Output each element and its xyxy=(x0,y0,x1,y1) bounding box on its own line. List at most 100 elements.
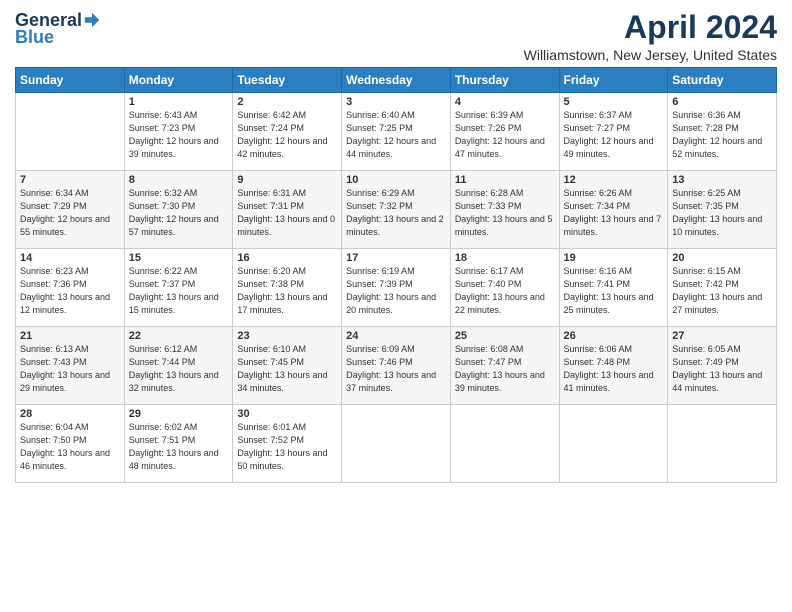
day-info: Sunrise: 6:23 AMSunset: 7:36 PMDaylight:… xyxy=(20,265,120,317)
calendar-cell: 6Sunrise: 6:36 AMSunset: 7:28 PMDaylight… xyxy=(668,93,777,171)
logo-icon xyxy=(83,11,101,29)
calendar-week-row: 14Sunrise: 6:23 AMSunset: 7:36 PMDayligh… xyxy=(16,249,777,327)
calendar-week-row: 21Sunrise: 6:13 AMSunset: 7:43 PMDayligh… xyxy=(16,327,777,405)
day-info: Sunrise: 6:39 AMSunset: 7:26 PMDaylight:… xyxy=(455,109,555,161)
calendar-cell: 4Sunrise: 6:39 AMSunset: 7:26 PMDaylight… xyxy=(450,93,559,171)
calendar-week-row: 28Sunrise: 6:04 AMSunset: 7:50 PMDayligh… xyxy=(16,405,777,483)
calendar-cell: 23Sunrise: 6:10 AMSunset: 7:45 PMDayligh… xyxy=(233,327,342,405)
day-info: Sunrise: 6:22 AMSunset: 7:37 PMDaylight:… xyxy=(129,265,229,317)
day-header-saturday: Saturday xyxy=(668,68,777,93)
day-info: Sunrise: 6:10 AMSunset: 7:45 PMDaylight:… xyxy=(237,343,337,395)
calendar-cell: 24Sunrise: 6:09 AMSunset: 7:46 PMDayligh… xyxy=(342,327,451,405)
calendar-cell: 5Sunrise: 6:37 AMSunset: 7:27 PMDaylight… xyxy=(559,93,668,171)
month-title: April 2024 xyxy=(524,10,777,45)
day-number: 2 xyxy=(237,96,337,108)
main-container: General Blue April 2024 Williamstown, Ne… xyxy=(0,0,792,493)
day-info: Sunrise: 6:20 AMSunset: 7:38 PMDaylight:… xyxy=(237,265,337,317)
calendar-week-row: 1Sunrise: 6:43 AMSunset: 7:23 PMDaylight… xyxy=(16,93,777,171)
day-info: Sunrise: 6:36 AMSunset: 7:28 PMDaylight:… xyxy=(672,109,772,161)
day-header-wednesday: Wednesday xyxy=(342,68,451,93)
location-title: Williamstown, New Jersey, United States xyxy=(524,47,777,63)
calendar-cell: 25Sunrise: 6:08 AMSunset: 7:47 PMDayligh… xyxy=(450,327,559,405)
day-number: 21 xyxy=(20,330,120,342)
day-header-sunday: Sunday xyxy=(16,68,125,93)
day-header-tuesday: Tuesday xyxy=(233,68,342,93)
day-info: Sunrise: 6:17 AMSunset: 7:40 PMDaylight:… xyxy=(455,265,555,317)
day-number: 1 xyxy=(129,96,229,108)
day-number: 7 xyxy=(20,174,120,186)
day-info: Sunrise: 6:06 AMSunset: 7:48 PMDaylight:… xyxy=(564,343,664,395)
calendar-cell: 20Sunrise: 6:15 AMSunset: 7:42 PMDayligh… xyxy=(668,249,777,327)
calendar-cell xyxy=(668,405,777,483)
day-info: Sunrise: 6:13 AMSunset: 7:43 PMDaylight:… xyxy=(20,343,120,395)
calendar-week-row: 7Sunrise: 6:34 AMSunset: 7:29 PMDaylight… xyxy=(16,171,777,249)
day-info: Sunrise: 6:12 AMSunset: 7:44 PMDaylight:… xyxy=(129,343,229,395)
day-number: 5 xyxy=(564,96,664,108)
calendar-cell xyxy=(450,405,559,483)
day-number: 24 xyxy=(346,330,446,342)
day-info: Sunrise: 6:26 AMSunset: 7:34 PMDaylight:… xyxy=(564,187,664,239)
day-info: Sunrise: 6:37 AMSunset: 7:27 PMDaylight:… xyxy=(564,109,664,161)
calendar-cell: 30Sunrise: 6:01 AMSunset: 7:52 PMDayligh… xyxy=(233,405,342,483)
day-number: 18 xyxy=(455,252,555,264)
day-number: 6 xyxy=(672,96,772,108)
calendar-cell: 14Sunrise: 6:23 AMSunset: 7:36 PMDayligh… xyxy=(16,249,125,327)
day-number: 4 xyxy=(455,96,555,108)
calendar-cell: 10Sunrise: 6:29 AMSunset: 7:32 PMDayligh… xyxy=(342,171,451,249)
day-number: 26 xyxy=(564,330,664,342)
calendar-cell: 18Sunrise: 6:17 AMSunset: 7:40 PMDayligh… xyxy=(450,249,559,327)
calendar-cell: 17Sunrise: 6:19 AMSunset: 7:39 PMDayligh… xyxy=(342,249,451,327)
day-number: 23 xyxy=(237,330,337,342)
day-info: Sunrise: 6:04 AMSunset: 7:50 PMDaylight:… xyxy=(20,421,120,473)
calendar-cell: 9Sunrise: 6:31 AMSunset: 7:31 PMDaylight… xyxy=(233,171,342,249)
calendar-cell: 8Sunrise: 6:32 AMSunset: 7:30 PMDaylight… xyxy=(124,171,233,249)
calendar-cell: 22Sunrise: 6:12 AMSunset: 7:44 PMDayligh… xyxy=(124,327,233,405)
day-number: 29 xyxy=(129,408,229,420)
day-number: 14 xyxy=(20,252,120,264)
calendar-cell: 27Sunrise: 6:05 AMSunset: 7:49 PMDayligh… xyxy=(668,327,777,405)
day-number: 20 xyxy=(672,252,772,264)
calendar-cell: 19Sunrise: 6:16 AMSunset: 7:41 PMDayligh… xyxy=(559,249,668,327)
day-info: Sunrise: 6:15 AMSunset: 7:42 PMDaylight:… xyxy=(672,265,772,317)
calendar-table: SundayMondayTuesdayWednesdayThursdayFrid… xyxy=(15,67,777,483)
day-number: 9 xyxy=(237,174,337,186)
day-info: Sunrise: 6:25 AMSunset: 7:35 PMDaylight:… xyxy=(672,187,772,239)
day-header-friday: Friday xyxy=(559,68,668,93)
day-number: 30 xyxy=(237,408,337,420)
day-info: Sunrise: 6:08 AMSunset: 7:47 PMDaylight:… xyxy=(455,343,555,395)
day-info: Sunrise: 6:16 AMSunset: 7:41 PMDaylight:… xyxy=(564,265,664,317)
day-header-thursday: Thursday xyxy=(450,68,559,93)
header: General Blue April 2024 Williamstown, Ne… xyxy=(15,10,777,63)
day-number: 27 xyxy=(672,330,772,342)
calendar-cell: 21Sunrise: 6:13 AMSunset: 7:43 PMDayligh… xyxy=(16,327,125,405)
day-number: 12 xyxy=(564,174,664,186)
day-number: 28 xyxy=(20,408,120,420)
day-info: Sunrise: 6:34 AMSunset: 7:29 PMDaylight:… xyxy=(20,187,120,239)
calendar-cell: 1Sunrise: 6:43 AMSunset: 7:23 PMDaylight… xyxy=(124,93,233,171)
day-number: 17 xyxy=(346,252,446,264)
logo-blue-text: Blue xyxy=(15,27,54,48)
calendar-cell: 13Sunrise: 6:25 AMSunset: 7:35 PMDayligh… xyxy=(668,171,777,249)
calendar-cell: 16Sunrise: 6:20 AMSunset: 7:38 PMDayligh… xyxy=(233,249,342,327)
title-area: April 2024 Williamstown, New Jersey, Uni… xyxy=(524,10,777,63)
day-number: 25 xyxy=(455,330,555,342)
day-info: Sunrise: 6:42 AMSunset: 7:24 PMDaylight:… xyxy=(237,109,337,161)
calendar-cell xyxy=(559,405,668,483)
calendar-cell: 15Sunrise: 6:22 AMSunset: 7:37 PMDayligh… xyxy=(124,249,233,327)
day-number: 13 xyxy=(672,174,772,186)
logo: General Blue xyxy=(15,10,101,48)
day-info: Sunrise: 6:31 AMSunset: 7:31 PMDaylight:… xyxy=(237,187,337,239)
day-info: Sunrise: 6:19 AMSunset: 7:39 PMDaylight:… xyxy=(346,265,446,317)
calendar-cell: 29Sunrise: 6:02 AMSunset: 7:51 PMDayligh… xyxy=(124,405,233,483)
day-number: 10 xyxy=(346,174,446,186)
day-number: 15 xyxy=(129,252,229,264)
day-info: Sunrise: 6:01 AMSunset: 7:52 PMDaylight:… xyxy=(237,421,337,473)
calendar-cell: 12Sunrise: 6:26 AMSunset: 7:34 PMDayligh… xyxy=(559,171,668,249)
day-number: 11 xyxy=(455,174,555,186)
calendar-cell: 7Sunrise: 6:34 AMSunset: 7:29 PMDaylight… xyxy=(16,171,125,249)
day-info: Sunrise: 6:05 AMSunset: 7:49 PMDaylight:… xyxy=(672,343,772,395)
calendar-cell: 3Sunrise: 6:40 AMSunset: 7:25 PMDaylight… xyxy=(342,93,451,171)
day-info: Sunrise: 6:40 AMSunset: 7:25 PMDaylight:… xyxy=(346,109,446,161)
day-number: 3 xyxy=(346,96,446,108)
day-number: 16 xyxy=(237,252,337,264)
